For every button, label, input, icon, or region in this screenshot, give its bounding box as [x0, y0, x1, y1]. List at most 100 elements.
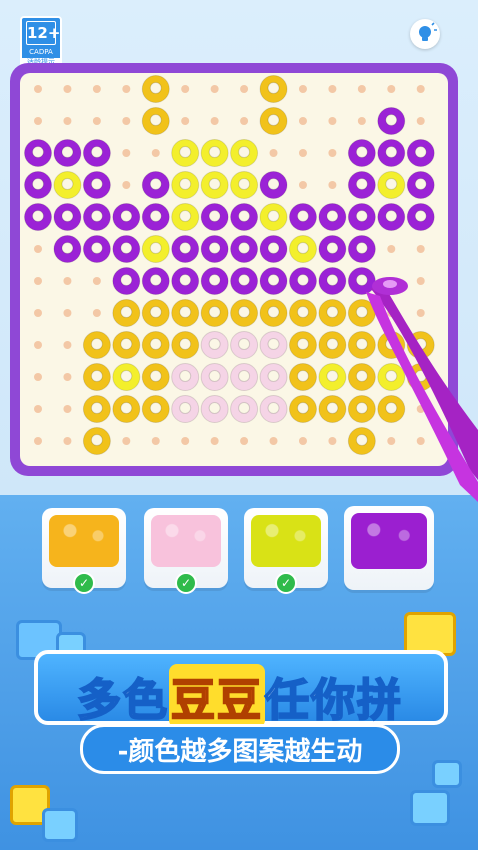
peg[interactable] — [34, 373, 42, 381]
peg[interactable] — [298, 117, 307, 125]
bead[interactable] — [82, 235, 111, 263]
peg[interactable] — [240, 85, 249, 93]
bead[interactable] — [141, 235, 170, 263]
bead[interactable] — [171, 299, 200, 327]
bead[interactable] — [318, 235, 347, 263]
bead[interactable] — [288, 331, 317, 359]
bead[interactable] — [230, 203, 259, 231]
peg[interactable] — [298, 85, 307, 93]
bead[interactable] — [230, 139, 259, 167]
bead[interactable] — [141, 267, 170, 295]
peg[interactable] — [34, 85, 42, 93]
bead[interactable] — [112, 299, 141, 327]
bead[interactable] — [259, 171, 288, 199]
bead[interactable] — [230, 267, 259, 295]
peg[interactable] — [387, 85, 396, 93]
bead[interactable] — [82, 427, 111, 455]
bead[interactable] — [259, 299, 288, 327]
peg[interactable] — [298, 149, 307, 157]
bead[interactable] — [230, 171, 259, 199]
bead[interactable] — [141, 395, 170, 423]
peg[interactable] — [181, 437, 190, 445]
bead[interactable] — [112, 395, 141, 423]
bead[interactable] — [171, 139, 200, 167]
peg[interactable] — [92, 277, 101, 285]
hint-button[interactable] — [410, 19, 440, 49]
peg[interactable] — [92, 309, 101, 317]
bead[interactable] — [82, 331, 111, 359]
bead[interactable] — [171, 395, 200, 423]
bead[interactable] — [288, 235, 317, 263]
bead[interactable] — [259, 395, 288, 423]
peg[interactable] — [240, 437, 249, 445]
tweezers-icon[interactable] — [350, 270, 478, 510]
bead[interactable] — [112, 363, 141, 391]
bead[interactable] — [141, 75, 170, 103]
bead[interactable] — [347, 235, 376, 263]
peg[interactable] — [92, 117, 101, 125]
peg[interactable] — [63, 117, 72, 125]
bead[interactable] — [200, 363, 229, 391]
bead[interactable] — [200, 139, 229, 167]
peg[interactable] — [34, 405, 42, 413]
peg[interactable] — [328, 85, 337, 93]
bead[interactable] — [200, 235, 229, 263]
bead[interactable] — [53, 235, 82, 263]
bead[interactable] — [230, 299, 259, 327]
bead[interactable] — [141, 171, 170, 199]
bead[interactable] — [318, 203, 347, 231]
bead[interactable] — [53, 139, 82, 167]
bead[interactable] — [230, 331, 259, 359]
peg[interactable] — [63, 373, 72, 381]
bead[interactable] — [377, 139, 406, 167]
bead[interactable] — [288, 363, 317, 391]
bead[interactable] — [377, 107, 406, 135]
bead[interactable] — [406, 139, 435, 167]
bead[interactable] — [200, 395, 229, 423]
bead[interactable] — [82, 171, 111, 199]
peg[interactable] — [122, 181, 131, 189]
bead[interactable] — [377, 171, 406, 199]
bead[interactable] — [171, 235, 200, 263]
peg[interactable] — [269, 149, 278, 157]
bead[interactable] — [112, 331, 141, 359]
peg[interactable] — [240, 117, 249, 125]
peg[interactable] — [416, 117, 425, 125]
bead[interactable] — [141, 299, 170, 327]
bead[interactable] — [259, 203, 288, 231]
bead[interactable] — [347, 139, 376, 167]
peg[interactable] — [387, 245, 396, 253]
bead[interactable] — [318, 331, 347, 359]
peg[interactable] — [416, 85, 425, 93]
peg[interactable] — [63, 341, 72, 349]
peg[interactable] — [298, 437, 307, 445]
bead[interactable] — [377, 203, 406, 231]
peg[interactable] — [63, 309, 72, 317]
bead[interactable] — [318, 395, 347, 423]
peg[interactable] — [298, 181, 307, 189]
bead[interactable] — [112, 235, 141, 263]
bead[interactable] — [141, 363, 170, 391]
peg[interactable] — [34, 117, 42, 125]
bead[interactable] — [347, 203, 376, 231]
bead[interactable] — [259, 235, 288, 263]
bead[interactable] — [171, 267, 200, 295]
bead[interactable] — [288, 267, 317, 295]
bead[interactable] — [259, 331, 288, 359]
bead[interactable] — [82, 395, 111, 423]
bead[interactable] — [24, 139, 52, 167]
bead[interactable] — [230, 395, 259, 423]
peg[interactable] — [92, 85, 101, 93]
peg[interactable] — [122, 149, 131, 157]
peg[interactable] — [210, 437, 219, 445]
bead[interactable] — [141, 107, 170, 135]
peg[interactable] — [34, 437, 42, 445]
bead[interactable] — [200, 267, 229, 295]
peg[interactable] — [328, 437, 337, 445]
bead[interactable] — [259, 363, 288, 391]
bead[interactable] — [53, 171, 82, 199]
bead[interactable] — [200, 299, 229, 327]
bead[interactable] — [141, 203, 170, 231]
bead[interactable] — [24, 171, 52, 199]
bead[interactable] — [259, 75, 288, 103]
